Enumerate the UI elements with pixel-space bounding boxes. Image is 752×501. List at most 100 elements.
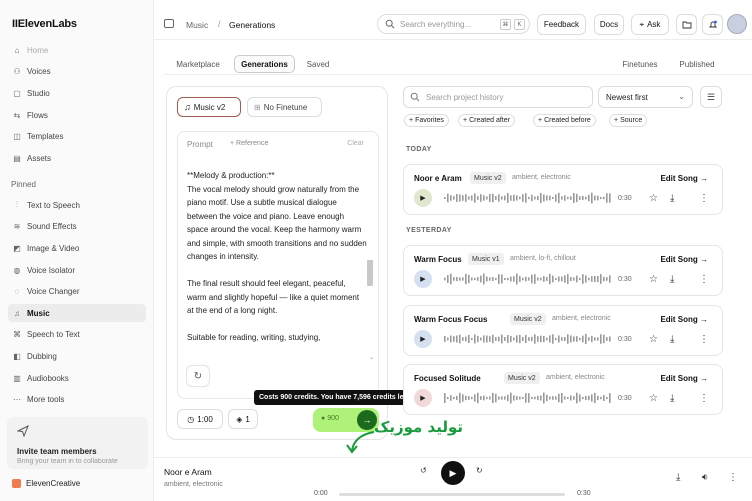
prompt-scrollbar-thumb[interactable] — [367, 260, 373, 286]
sidebar-item-home[interactable]: ⌂ Home — [8, 41, 146, 59]
waveform-bar — [450, 195, 452, 201]
refresh-button[interactable]: ↻ — [186, 365, 210, 387]
play-icon: ▶ — [420, 276, 426, 283]
model-selector-chip[interactable]: ♫ Music v2 — [177, 97, 241, 117]
tab-saved[interactable]: Saved — [300, 55, 336, 73]
folder-button[interactable] — [676, 14, 697, 35]
flows-icon: ⇆ — [13, 110, 21, 120]
card-play-button[interactable]: ▶ — [414, 270, 432, 288]
download-icon[interactable]: ⤓ — [670, 334, 674, 345]
download-icon[interactable]: ⤓ — [670, 393, 674, 404]
card-play-button[interactable]: ▶ — [414, 189, 432, 207]
volume-icon[interactable]: 🔉︎ — [702, 472, 708, 483]
favorite-star-icon[interactable]: ☆ — [649, 393, 658, 404]
user-avatar[interactable] — [727, 14, 747, 34]
ask-button[interactable]: ⌖ Ask — [631, 14, 669, 35]
more-options-icon[interactable]: ⋮ — [699, 334, 709, 345]
sort-select[interactable]: Newest first ⌄ — [598, 86, 693, 108]
waveform[interactable] — [444, 332, 612, 346]
forward-10-icon[interactable]: ↻ — [476, 466, 483, 475]
sidebar-item-text-to-speech[interactable]: ⫶ Text to Speech — [8, 196, 146, 214]
more-options-icon[interactable]: ⋮ — [699, 393, 709, 404]
waveform[interactable] — [444, 272, 612, 286]
generation-card[interactable]: Focused Solitude Music v2 ambient, electro… — [403, 364, 723, 415]
waveform-bar — [447, 396, 449, 400]
more-options-icon[interactable]: ⋮ — [699, 274, 709, 285]
waveform-bar — [549, 396, 551, 400]
card-play-button[interactable]: ▶ — [414, 330, 432, 348]
player-progress-bar[interactable] — [339, 493, 565, 496]
sidebar-item-music[interactable]: ♫ Music — [8, 304, 146, 322]
clock-icon: ◷ — [187, 414, 195, 424]
docs-button[interactable]: Docs — [594, 14, 624, 35]
favorite-star-icon[interactable]: ☆ — [649, 274, 658, 285]
history-search-input[interactable]: Search project history — [403, 86, 593, 108]
waveform[interactable] — [444, 191, 612, 205]
sidebar-toggle-icon[interactable] — [164, 19, 174, 28]
edit-song-link[interactable]: Edit Song → — [660, 374, 708, 383]
sidebar-item-sound-effects[interactable]: ≋ Sound Effects — [8, 217, 146, 235]
waveform-bar — [540, 395, 542, 401]
sidebar-item-flows[interactable]: ⇆ Flows — [8, 106, 146, 124]
rewind-10-icon[interactable]: ↺ — [420, 466, 427, 475]
generation-card[interactable]: Warm Focus Music v1 ambient, lo-fi, chillo… — [403, 245, 723, 296]
waveform[interactable] — [444, 391, 612, 405]
sidebar-item-dubbing[interactable]: ◧ Dubbing — [8, 347, 146, 365]
reference-tab[interactable]: + Reference — [230, 140, 268, 147]
tab-generations[interactable]: Generations — [234, 55, 295, 73]
filter-chip-created-after[interactable]: + Created after — [458, 114, 515, 127]
tab-finetunes[interactable]: Finetunes — [615, 55, 665, 73]
generation-card[interactable]: Noor e Aram Music v2 ambient, electronic Ed… — [403, 164, 723, 215]
sidebar-item-assets[interactable]: ▤ Assets — [8, 149, 146, 167]
sidebar-item-studio[interactable]: ▢ Studio — [8, 84, 146, 102]
clear-button[interactable]: Clear — [347, 140, 364, 147]
download-icon[interactable]: ⤓ — [670, 193, 674, 204]
sidebar-item-templates[interactable]: ◫ Templates — [8, 127, 146, 145]
player-play-button[interactable]: ▶ — [441, 461, 465, 485]
waveform-bar — [522, 277, 524, 281]
player-more-icon[interactable]: ⋮ — [728, 472, 738, 483]
filter-options-button[interactable]: ☰ — [700, 86, 722, 108]
player-download-icon[interactable]: ⤓ — [676, 472, 680, 483]
sidebar-item-more-tools[interactable]: ⋯ More tools — [8, 390, 146, 408]
sidebar-item-voice-isolator[interactable]: ◍ Voice Isolator — [8, 261, 146, 279]
scroll-down-arrow-icon[interactable]: ⌄ — [369, 354, 374, 361]
waveform-bar — [495, 196, 497, 200]
prompt-tab[interactable]: Prompt — [187, 140, 213, 149]
filter-chip-created-before[interactable]: + Created before — [533, 114, 596, 127]
workspace-switcher[interactable]: ElevenCreative — [12, 479, 80, 488]
edit-song-link[interactable]: Edit Song → — [660, 255, 708, 264]
more-options-icon[interactable]: ⋮ — [699, 193, 709, 204]
tabs-divider — [164, 74, 752, 75]
invite-team-card[interactable]: Invite team members Bring your team in t… — [7, 417, 148, 469]
sidebar-item-voices[interactable]: ⚇ Voices — [8, 62, 146, 80]
finetune-selector-chip[interactable]: ⊞ No Finetune — [247, 97, 322, 117]
waveform-bar — [558, 276, 560, 282]
generation-card[interactable]: Warm Focus Focus Music v2 ambient, electro… — [403, 305, 723, 356]
edit-song-link[interactable]: Edit Song → — [660, 315, 708, 324]
favorite-star-icon[interactable]: ☆ — [649, 334, 658, 345]
card-play-button[interactable]: ▶ — [414, 389, 432, 407]
waveform-bar — [489, 193, 491, 203]
elevenlabs-logo[interactable]: IIElevenLabs — [12, 18, 77, 30]
tab-published[interactable]: Published — [673, 55, 721, 73]
global-search-input[interactable]: Search everything... ⌘ K — [377, 14, 530, 34]
tab-marketplace[interactable]: Marketplace — [166, 55, 230, 73]
sidebar-item-speech-to-text[interactable]: ⌘ Speech to Text — [8, 325, 146, 343]
music-icon: ♫ — [14, 308, 20, 318]
filter-chip-source[interactable]: + Source — [609, 114, 648, 127]
edit-song-link[interactable]: Edit Song → — [660, 174, 708, 183]
feedback-button[interactable]: Feedback — [537, 14, 586, 35]
notifications-button[interactable] — [702, 14, 723, 35]
breadcrumb-music[interactable]: Music — [186, 20, 208, 30]
waveform-bar — [609, 393, 611, 403]
download-icon[interactable]: ⤓ — [670, 274, 674, 285]
favorite-star-icon[interactable]: ☆ — [649, 193, 658, 204]
variations-count-button[interactable]: ◈ 1 — [228, 409, 258, 429]
prompt-textarea[interactable]: Prompt + Reference Clear **Melody & prod… — [177, 131, 379, 399]
sidebar-item-audiobooks[interactable]: ▥ Audiobooks — [8, 369, 146, 387]
sidebar-item-image-video[interactable]: ◩ Image & Video — [8, 239, 146, 257]
duration-button[interactable]: ◷ 1:00 — [177, 409, 223, 429]
filter-chip-favorites[interactable]: + Favorites — [404, 114, 449, 127]
sidebar-item-voice-changer[interactable]: ◌ Voice Changer — [8, 282, 146, 300]
